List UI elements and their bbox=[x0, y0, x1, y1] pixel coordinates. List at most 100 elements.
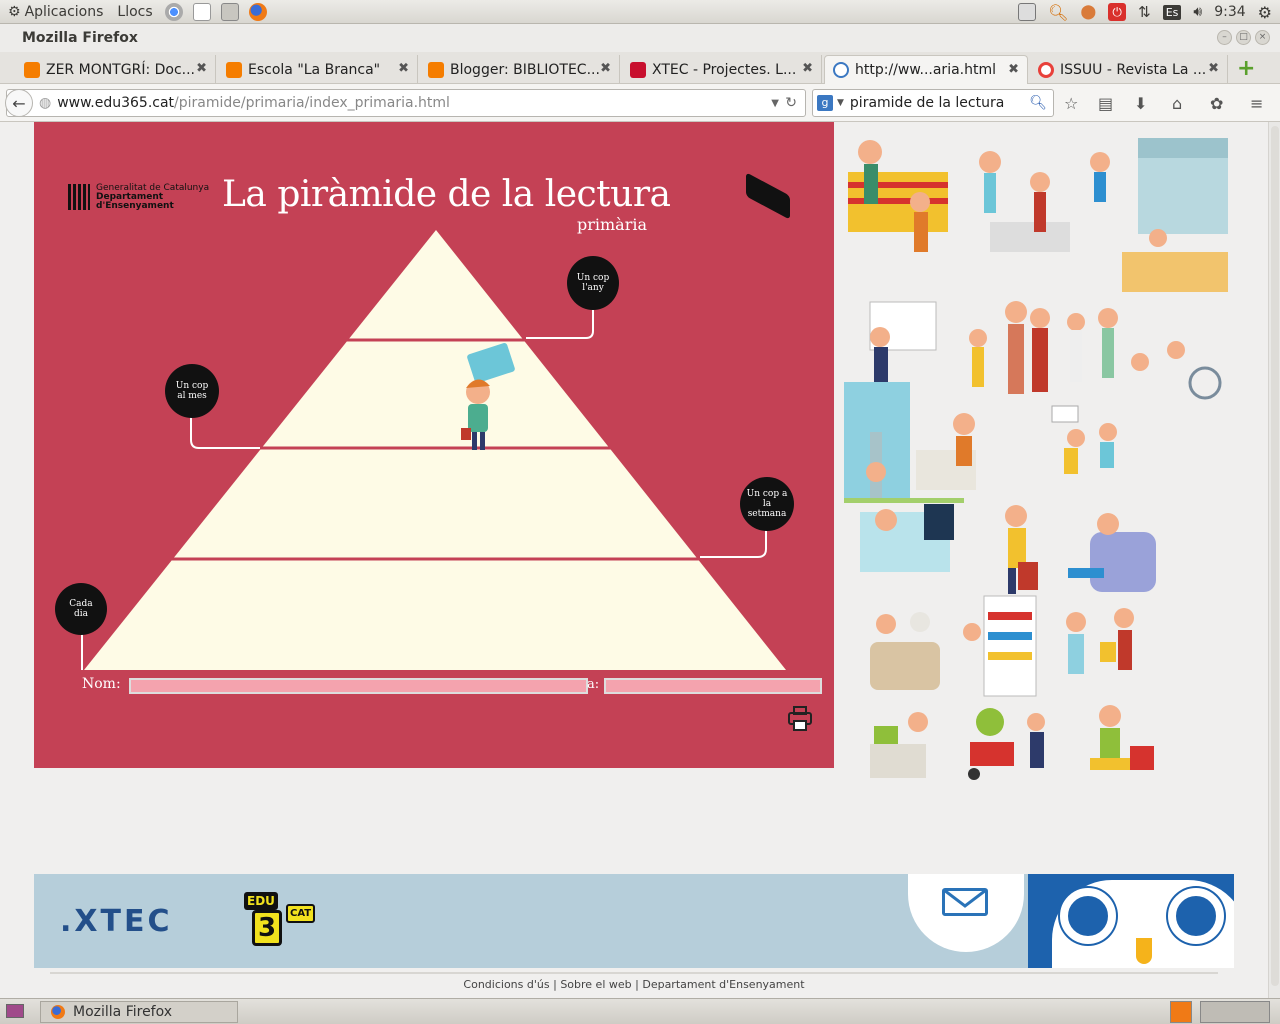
tab-label: XTEC - Projectes. L... bbox=[652, 61, 797, 78]
name-label: Nom: bbox=[82, 676, 121, 692]
armchair-reading-illustration bbox=[1068, 513, 1156, 592]
search-bar[interactable]: g ▼ piramide de la lectura 🔍︎ bbox=[812, 89, 1054, 117]
xtec-icon bbox=[630, 61, 646, 78]
tab-piramide-active[interactable]: http://ww...aria.html ✖ bbox=[824, 55, 1028, 84]
navigation-bar: ← ◍ www.edu365.cat/piramide/primaria/ind… bbox=[0, 84, 1280, 122]
power-icon[interactable]: ⏻ bbox=[1108, 3, 1127, 21]
badge-un-cop-a-la-setmana: Un cop a la setmana bbox=[740, 477, 794, 531]
xtec-logo[interactable]: .XTEC bbox=[60, 904, 173, 939]
chrome-launcher-icon[interactable] bbox=[164, 2, 183, 21]
tab-label: Escola "La Branca" bbox=[248, 61, 381, 78]
swing-illustration bbox=[1051, 405, 1117, 474]
edu3-edu-text: EDU bbox=[244, 892, 278, 910]
tab-strip: ZER MONTGRÍ: Doc... ✖ Escola "La Branca"… bbox=[0, 52, 1280, 84]
url-bar[interactable]: ← ◍ www.edu365.cat/piramide/primaria/ind… bbox=[5, 89, 806, 117]
engine-dropdown-icon[interactable]: ▼ bbox=[837, 98, 844, 108]
tab-xtec-projectes[interactable]: XTEC - Projectes. L... ✖ bbox=[622, 55, 822, 84]
search-magnifier-icon[interactable]: 🔍︎ bbox=[1029, 95, 1047, 111]
badge-un-cop-al-mes: Un cop al mes bbox=[165, 364, 219, 418]
tab-close-icon[interactable]: ✖ bbox=[600, 61, 611, 76]
email-bubble[interactable] bbox=[908, 874, 1024, 952]
tab-close-icon[interactable]: ✖ bbox=[398, 61, 409, 76]
top-panel: ⚙ Aplicacions Llocs 🔍︎ ⬤ ⏻ ⇅ Es 🔊︎ 9:34 … bbox=[0, 0, 1280, 24]
edu3-cat-text: CAT bbox=[286, 904, 316, 923]
tab-close-icon[interactable]: ✖ bbox=[802, 61, 813, 76]
edu3-logo[interactable]: EDU 3 CAT bbox=[244, 892, 316, 952]
back-arrow-icon[interactable]: ← bbox=[5, 89, 33, 117]
computer-reading-illustration bbox=[870, 712, 928, 778]
url-dropdown-icon[interactable]: ▼ bbox=[771, 98, 779, 109]
network-icon[interactable]: ⇅ bbox=[1138, 3, 1151, 21]
tab-label: http://ww...aria.html bbox=[855, 62, 996, 78]
user-icon[interactable]: ⬤ bbox=[1080, 4, 1096, 20]
bookmark-star-icon[interactable]: ☆ bbox=[1064, 94, 1078, 113]
files-launcher-icon[interactable] bbox=[220, 2, 239, 21]
document-launcher-icon[interactable] bbox=[192, 2, 211, 21]
tab-close-icon[interactable]: ✖ bbox=[196, 61, 207, 76]
workspace-pager-icon[interactable] bbox=[1200, 1001, 1270, 1023]
tab-close-icon[interactable]: ✖ bbox=[1008, 62, 1019, 77]
close-icon[interactable]: × bbox=[1255, 30, 1270, 45]
tab-label: ISSUU - Revista La ... bbox=[1060, 61, 1207, 78]
minimize-icon[interactable]: – bbox=[1217, 30, 1232, 45]
window-title: Mozilla Firefox bbox=[22, 30, 138, 46]
print-icon[interactable] bbox=[786, 704, 814, 732]
link-condicions[interactable]: Condicions d'ús bbox=[463, 978, 549, 991]
grandma-reading-illustration bbox=[870, 612, 940, 690]
screenshot-icon[interactable] bbox=[1018, 3, 1037, 21]
owl-mascot bbox=[1028, 874, 1234, 968]
search-lens-icon[interactable]: 🔍︎ bbox=[1048, 3, 1068, 22]
taskbar-firefox-item[interactable]: Mozilla Firefox bbox=[40, 1001, 238, 1023]
firefox-launcher-icon[interactable] bbox=[248, 2, 267, 21]
date-input[interactable] bbox=[604, 678, 822, 694]
pyramid-shape bbox=[84, 230, 786, 670]
addon-icon[interactable]: ✿ bbox=[1210, 94, 1223, 113]
url-path: /piramide/primaria/index_primaria.html bbox=[174, 95, 450, 111]
system-gear-icon[interactable]: ⚙ bbox=[1258, 3, 1272, 22]
illustration-collage bbox=[844, 138, 1228, 780]
connector-month bbox=[190, 414, 260, 449]
hamburger-menu-icon[interactable]: ≡ bbox=[1250, 94, 1263, 113]
new-tab-plus-icon[interactable]: + bbox=[1237, 56, 1255, 81]
tab-zer-montgri[interactable]: ZER MONTGRÍ: Doc... ✖ bbox=[16, 55, 216, 84]
clock[interactable]: 9:34 bbox=[1214, 4, 1245, 20]
backpack-illustration bbox=[1005, 505, 1038, 594]
bookmarks-menu-icon[interactable]: ▤ bbox=[1098, 94, 1113, 113]
applications-menu[interactable]: ⚙ Aplicacions bbox=[8, 4, 103, 20]
tab-close-icon[interactable]: ✖ bbox=[1208, 61, 1219, 76]
bookshop-illustration bbox=[1122, 138, 1228, 292]
link-departament[interactable]: Departament d'Ensenyament bbox=[642, 978, 804, 991]
downloads-icon[interactable]: ⬇ bbox=[1134, 94, 1147, 113]
footer-banner: .XTEC EDU 3 CAT bbox=[34, 874, 1234, 968]
maximize-icon[interactable]: □ bbox=[1236, 30, 1251, 45]
ubuntu-gear-icon: ⚙ bbox=[8, 3, 21, 20]
link-separator: | bbox=[553, 978, 557, 991]
girl-reading-floor-illustration bbox=[1090, 705, 1154, 770]
tab-blogger-biblioteca[interactable]: Blogger: BIBLIOTEC... ✖ bbox=[420, 55, 620, 84]
keyboard-lang-indicator[interactable]: Es bbox=[1162, 4, 1182, 20]
home-icon[interactable]: ⌂ bbox=[1172, 94, 1182, 113]
blogger-icon bbox=[428, 61, 444, 78]
tab-issuu[interactable]: ISSUU - Revista La ... ✖ bbox=[1030, 55, 1228, 84]
show-desktop-icon[interactable] bbox=[6, 1004, 24, 1018]
family-group-illustration bbox=[969, 301, 1222, 400]
page-scrollbar[interactable] bbox=[1268, 122, 1280, 998]
volume-icon[interactable]: 🔊︎ bbox=[1193, 4, 1202, 20]
bookshelf-illustration bbox=[963, 595, 1037, 697]
bottom-taskbar: Mozilla Firefox bbox=[0, 998, 1280, 1024]
connector-year bbox=[526, 306, 594, 339]
link-separator: | bbox=[635, 978, 639, 991]
google-engine-icon[interactable]: g bbox=[817, 95, 833, 111]
name-input[interactable] bbox=[129, 678, 588, 694]
search-input[interactable]: piramide de la lectura bbox=[850, 95, 1004, 111]
footer-links: Condicions d'ús | Sobre el web | Departa… bbox=[0, 978, 1268, 991]
places-menu[interactable]: Llocs bbox=[117, 4, 152, 20]
link-sobre-el-web[interactable]: Sobre el web bbox=[560, 978, 631, 991]
issuu-icon bbox=[1038, 61, 1054, 78]
reload-icon[interactable]: ↻ bbox=[785, 95, 797, 111]
tree-reading-illustration bbox=[844, 382, 976, 503]
workspace-switcher-icon[interactable] bbox=[1170, 1001, 1192, 1023]
tab-escola-la-branca[interactable]: Escola "La Branca" ✖ bbox=[218, 55, 418, 84]
owl-right-eye-icon bbox=[1168, 888, 1224, 944]
scrollbar-thumb[interactable] bbox=[1271, 126, 1279, 986]
